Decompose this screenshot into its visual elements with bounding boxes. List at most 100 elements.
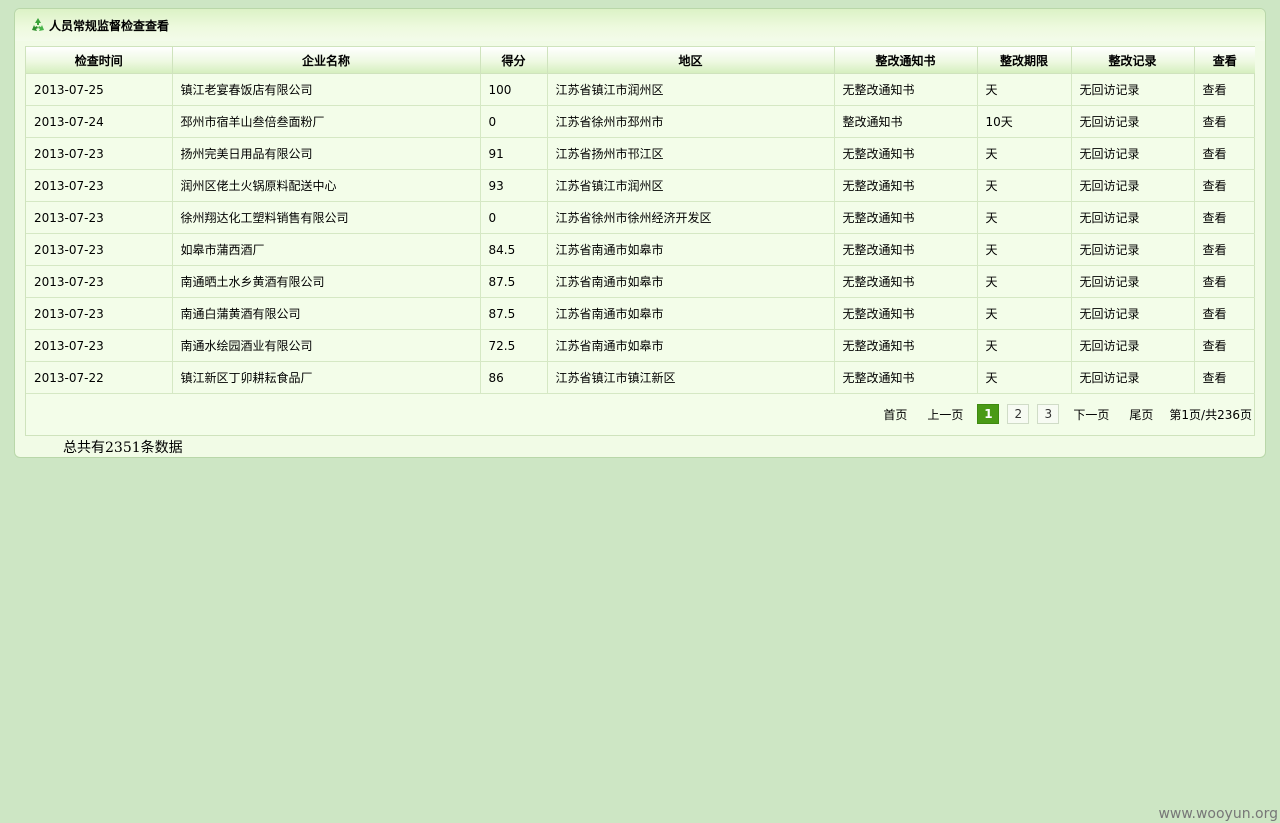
cell-record: 无回访记录: [1070, 137, 1195, 170]
cell-date: 2013-07-23: [26, 329, 173, 362]
cell-score: 84.5: [479, 233, 548, 266]
cell-deadline: 天: [976, 329, 1072, 362]
cell-notice: 无整改通知书: [833, 73, 978, 106]
table-row: 2013-07-25 镇江老宴春饭店有限公司 100 江苏省镇江市润州区 无整改通知书天…: [26, 73, 1255, 106]
cell-date: 2013-07-22: [26, 361, 173, 394]
cell-company: 如皋市蒲西酒厂: [171, 233, 481, 266]
cell-record: 无回访记录: [1070, 329, 1195, 362]
cell-score: 93: [479, 169, 548, 202]
view-link[interactable]: 查看: [1193, 201, 1255, 234]
cell-company: 镇江新区丁卯耕耘食品厂: [171, 361, 481, 394]
page-number-3[interactable]: 3: [1037, 404, 1060, 424]
results-table: 检查时间 企业名称 得分 地区 整改通知书 整改期限 整改记录 查看 2013-…: [26, 47, 1255, 394]
cell-date: 2013-07-25: [26, 73, 173, 106]
column-header: 整改记录: [1070, 47, 1195, 74]
cell-notice: 无整改通知书: [833, 169, 978, 202]
last-page-link[interactable]: 尾页: [1119, 406, 1163, 423]
cell-deadline: 天: [976, 137, 1072, 170]
table-row: 2013-07-23 南通晒土水乡黄酒有限公司 87.5 江苏省南通市如皋市 无整改通知…: [26, 265, 1255, 298]
cell-region: 江苏省南通市如皋市: [546, 265, 835, 298]
view-link[interactable]: 查看: [1193, 137, 1255, 170]
cell-score: 0: [479, 201, 548, 234]
table-body: 2013-07-25 镇江老宴春饭店有限公司 100 江苏省镇江市润州区 无整改通知书天…: [26, 73, 1255, 394]
cell-region: 江苏省徐州市邳州市: [546, 105, 835, 138]
cell-notice: 无整改通知书: [833, 361, 978, 394]
table-row: 2013-07-22 镇江新区丁卯耕耘食品厂 86 江苏省镇江市镇江新区 无整改通知书天…: [26, 361, 1255, 394]
cell-company: 镇江老宴春饭店有限公司: [171, 73, 481, 106]
first-page-link[interactable]: 首页: [873, 406, 917, 423]
cell-score: 87.5: [479, 265, 548, 298]
view-link[interactable]: 查看: [1193, 361, 1255, 394]
cell-date: 2013-07-23: [26, 297, 173, 330]
column-header: 企业名称: [171, 47, 481, 74]
column-header: 得分: [479, 47, 548, 74]
page-number-2[interactable]: 2: [1007, 404, 1030, 424]
view-link[interactable]: 查看: [1193, 265, 1255, 298]
table-row: 2013-07-23 扬州完美日用品有限公司 91 江苏省扬州市邗江区 无整改通知书天无…: [26, 137, 1255, 170]
cell-deadline: 天: [976, 265, 1072, 298]
cell-record: 无回访记录: [1070, 105, 1195, 138]
pagination: 首页 上一页 1 2 3 下一页 尾页 第1页/共236页: [873, 404, 1252, 424]
column-header: 查看: [1193, 47, 1255, 74]
cell-deadline: 天: [976, 201, 1072, 234]
cell-date: 2013-07-23: [26, 169, 173, 202]
view-link[interactable]: 查看: [1193, 105, 1255, 138]
cell-company: 邳州市宿羊山叁倍叁面粉厂: [171, 105, 481, 138]
cell-record: 无回访记录: [1070, 233, 1195, 266]
cell-score: 72.5: [479, 329, 548, 362]
next-page-link[interactable]: 下一页: [1063, 406, 1119, 423]
cell-record: 无回访记录: [1070, 73, 1195, 106]
table-row: 2013-07-23 如皋市蒲西酒厂 84.5 江苏省南通市如皋市 无整改通知书天无回访…: [26, 233, 1255, 266]
cell-notice: 无整改通知书: [833, 297, 978, 330]
recycle-icon: [32, 18, 44, 31]
cell-deadline: 天: [976, 73, 1072, 106]
cell-score: 100: [479, 73, 548, 106]
cell-company: 南通白蒲黄酒有限公司: [171, 297, 481, 330]
cell-date: 2013-07-23: [26, 233, 173, 266]
cell-region: 江苏省镇江市润州区: [546, 169, 835, 202]
column-header: 整改期限: [976, 47, 1072, 74]
cell-score: 86: [479, 361, 548, 394]
table-row: 2013-07-23 润州区佬土火锅原料配送中心 93 江苏省镇江市润州区 无整改通知书…: [26, 169, 1255, 202]
cell-deadline: 天: [976, 297, 1072, 330]
cell-company: 徐州翔达化工塑料销售有限公司: [171, 201, 481, 234]
cell-date: 2013-07-23: [26, 265, 173, 298]
cell-company: 润州区佬土火锅原料配送中心: [171, 169, 481, 202]
cell-region: 江苏省扬州市邗江区: [546, 137, 835, 170]
cell-company: 南通晒土水乡黄酒有限公司: [171, 265, 481, 298]
cell-notice: 无整改通知书: [833, 201, 978, 234]
view-link[interactable]: 查看: [1193, 233, 1255, 266]
table-row: 2013-07-23 南通水绘园酒业有限公司 72.5 江苏省南通市如皋市 无整改通知书…: [26, 329, 1255, 362]
cell-deadline: 10天: [976, 105, 1072, 138]
column-header: 整改通知书: [833, 47, 978, 74]
cell-notice: 无整改通知书: [833, 233, 978, 266]
column-header: 检查时间: [26, 47, 173, 74]
panel-header: 人员常规监督检查查看: [15, 9, 1265, 41]
page-number-1[interactable]: 1: [977, 404, 1000, 424]
cell-notice: 整改通知书: [833, 105, 978, 138]
view-link[interactable]: 查看: [1193, 329, 1255, 362]
table-header-row: 检查时间 企业名称 得分 地区 整改通知书 整改期限 整改记录 查看: [26, 47, 1255, 74]
view-link[interactable]: 查看: [1193, 169, 1255, 202]
prev-page-link[interactable]: 上一页: [917, 406, 973, 423]
cell-score: 87.5: [479, 297, 548, 330]
cell-date: 2013-07-24: [26, 105, 173, 138]
cell-region: 江苏省南通市如皋市: [546, 329, 835, 362]
cell-company: 扬州完美日用品有限公司: [171, 137, 481, 170]
column-header: 地区: [546, 47, 835, 74]
cell-deadline: 天: [976, 169, 1072, 202]
cell-region: 江苏省南通市如皋市: [546, 297, 835, 330]
cell-notice: 无整改通知书: [833, 329, 978, 362]
total-count: 总共有2351条数据: [63, 440, 183, 456]
cell-record: 无回访记录: [1070, 169, 1195, 202]
cell-region: 江苏省南通市如皋市: [546, 233, 835, 266]
cell-region: 江苏省镇江市镇江新区: [546, 361, 835, 394]
cell-company: 南通水绘园酒业有限公司: [171, 329, 481, 362]
view-link[interactable]: 查看: [1193, 73, 1255, 106]
cell-deadline: 天: [976, 233, 1072, 266]
cell-score: 0: [479, 105, 548, 138]
results-table-container: 检查时间 企业名称 得分 地区 整改通知书 整改期限 整改记录 查看 2013-…: [25, 46, 1255, 436]
view-link[interactable]: 查看: [1193, 297, 1255, 330]
cell-region: 江苏省镇江市润州区: [546, 73, 835, 106]
table-row: 2013-07-24 邳州市宿羊山叁倍叁面粉厂 0 江苏省徐州市邳州市 整改通知书 10天…: [26, 105, 1255, 138]
